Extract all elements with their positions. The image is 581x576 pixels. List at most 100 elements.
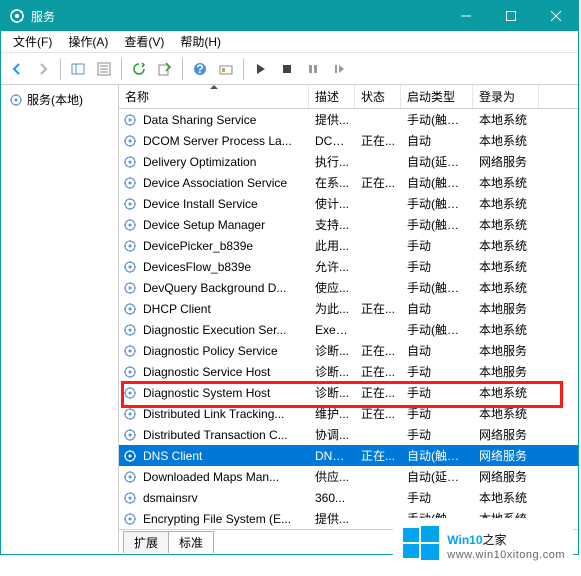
- service-row[interactable]: Diagnostic Policy Service诊断...正在...自动本地服…: [119, 340, 578, 361]
- service-gear-icon: [119, 344, 137, 358]
- menu-help[interactable]: 帮助(H): [172, 30, 229, 53]
- service-row[interactable]: Diagnostic Service Host诊断...正在...手动本地服务: [119, 361, 578, 382]
- service-gear-icon: [119, 134, 137, 148]
- col-description[interactable]: 描述: [309, 85, 355, 108]
- properties-button[interactable]: [92, 57, 116, 81]
- service-row[interactable]: DevicesFlow_b839e允许...手动本地系统: [119, 256, 578, 277]
- cell-logon: 网络服务: [473, 447, 539, 464]
- cell-desc: 为此...: [309, 300, 355, 317]
- cell-startup: 手动: [401, 405, 473, 422]
- cell-status: 正在...: [355, 405, 401, 422]
- refresh-button[interactable]: [127, 57, 151, 81]
- list-body: Data Sharing Service提供...手动(触发...本地系统DCO…: [119, 109, 578, 529]
- cell-desc: 协调...: [309, 426, 355, 443]
- connect-button[interactable]: [214, 57, 238, 81]
- cell-desc: DCO...: [309, 134, 355, 148]
- maximize-button[interactable]: [488, 1, 533, 31]
- cell-name: DHCP Client: [137, 302, 309, 316]
- cell-name: DevQuery Background D...: [137, 281, 309, 295]
- service-row[interactable]: Data Sharing Service提供...手动(触发...本地系统: [119, 109, 578, 130]
- watermark-brand: Win10: [447, 533, 482, 547]
- cell-name: DCOM Server Process La...: [137, 134, 309, 148]
- service-gear-icon: [119, 323, 137, 337]
- service-gear-icon: [119, 302, 137, 316]
- left-tree-pane[interactable]: 服务(本地): [1, 85, 119, 553]
- tree-node-services-local[interactable]: 服务(本地): [5, 89, 114, 110]
- menu-view[interactable]: 查看(V): [116, 30, 172, 53]
- tab-extended[interactable]: 扩展: [123, 531, 169, 553]
- service-gear-icon: [119, 113, 137, 127]
- service-row[interactable]: Device Install Service使计...手动(触发...本地系统: [119, 193, 578, 214]
- start-button[interactable]: [249, 57, 273, 81]
- cell-logon: 本地系统: [473, 405, 539, 422]
- cell-startup: 自动: [401, 132, 473, 149]
- service-row[interactable]: Delivery Optimization执行...自动(延迟...网络服务: [119, 151, 578, 172]
- titlebar[interactable]: 服务: [1, 1, 578, 31]
- cell-desc: DNS...: [309, 449, 355, 463]
- services-list[interactable]: 名称 描述 状态 启动类型 登录为 Data Sharing Service提供…: [119, 85, 578, 529]
- restart-button[interactable]: [327, 57, 351, 81]
- watermark-text: Win10之家 www.win10xitong.com: [447, 528, 565, 561]
- cell-logon: 本地系统: [473, 321, 539, 338]
- windows-logo-icon: [401, 524, 441, 564]
- separator: [121, 58, 122, 80]
- tab-standard[interactable]: 标准: [168, 531, 214, 553]
- show-hide-button[interactable]: [66, 57, 90, 81]
- service-row[interactable]: DCOM Server Process La...DCO...正在...自动本地…: [119, 130, 578, 151]
- service-row[interactable]: Distributed Transaction C...协调...手动网络服务: [119, 424, 578, 445]
- gear-icon: [9, 93, 23, 107]
- cell-logon: 网络服务: [473, 468, 539, 485]
- cell-name: Diagnostic Policy Service: [137, 344, 309, 358]
- service-gear-icon: [119, 239, 137, 253]
- service-gear-icon: [119, 365, 137, 379]
- service-gear-icon: [119, 428, 137, 442]
- cell-startup: 手动(触发...: [401, 195, 473, 212]
- cell-name: Encrypting File System (E...: [137, 512, 309, 526]
- service-row[interactable]: DHCP Client为此...正在...自动本地服务: [119, 298, 578, 319]
- col-status[interactable]: 状态: [355, 85, 401, 108]
- service-row[interactable]: DNS ClientDNS...正在...自动(触发...网络服务: [119, 445, 578, 466]
- cell-name: dsmainsrv: [137, 491, 309, 505]
- export-button[interactable]: [153, 57, 177, 81]
- service-row[interactable]: dsmainsrv360...手动本地系统: [119, 487, 578, 508]
- service-row[interactable]: DevQuery Background D...使应...手动(触发...本地系…: [119, 277, 578, 298]
- cell-startup: 手动: [401, 258, 473, 275]
- window-title: 服务: [31, 8, 443, 25]
- service-row[interactable]: Downloaded Maps Man...供应...自动(延迟...网络服务: [119, 466, 578, 487]
- back-button[interactable]: [5, 57, 29, 81]
- pause-button[interactable]: [301, 57, 325, 81]
- cell-desc: 供应...: [309, 468, 355, 485]
- stop-button[interactable]: [275, 57, 299, 81]
- service-gear-icon: [119, 281, 137, 295]
- service-row[interactable]: DevicePicker_b839e此用...手动本地系统: [119, 235, 578, 256]
- col-logon[interactable]: 登录为: [473, 85, 539, 108]
- service-row[interactable]: Device Setup Manager支持...手动(触发...本地系统: [119, 214, 578, 235]
- minimize-button[interactable]: [443, 1, 488, 31]
- cell-name: Distributed Link Tracking...: [137, 407, 309, 421]
- cell-logon: 本地服务: [473, 363, 539, 380]
- cell-logon: 本地系统: [473, 489, 539, 506]
- menubar: 文件(F) 操作(A) 查看(V) 帮助(H): [1, 31, 578, 53]
- cell-name: Diagnostic Service Host: [137, 365, 309, 379]
- service-gear-icon: [119, 512, 137, 526]
- col-startup[interactable]: 启动类型: [401, 85, 473, 108]
- service-gear-icon: [119, 407, 137, 421]
- separator: [182, 58, 183, 80]
- service-gear-icon: [119, 470, 137, 484]
- service-row[interactable]: Diagnostic Execution Ser...Exec...手动(触发.…: [119, 319, 578, 340]
- col-name[interactable]: 名称: [119, 85, 309, 108]
- service-row[interactable]: Distributed Link Tracking...维护...正在...手动…: [119, 403, 578, 424]
- cell-logon: 本地系统: [473, 111, 539, 128]
- service-row[interactable]: Diagnostic System Host诊断...正在...手动本地系统: [119, 382, 578, 403]
- close-button[interactable]: [533, 1, 578, 31]
- forward-button[interactable]: [31, 57, 55, 81]
- help-button[interactable]: ?: [188, 57, 212, 81]
- cell-logon: 本地系统: [473, 237, 539, 254]
- cell-desc: 支持...: [309, 216, 355, 233]
- menu-action[interactable]: 操作(A): [60, 30, 116, 53]
- cell-name: Data Sharing Service: [137, 113, 309, 127]
- list-header: 名称 描述 状态 启动类型 登录为: [119, 85, 578, 109]
- service-row[interactable]: Device Association Service在系...正在...自动(触…: [119, 172, 578, 193]
- menu-file[interactable]: 文件(F): [5, 30, 60, 53]
- cell-desc: 在系...: [309, 174, 355, 191]
